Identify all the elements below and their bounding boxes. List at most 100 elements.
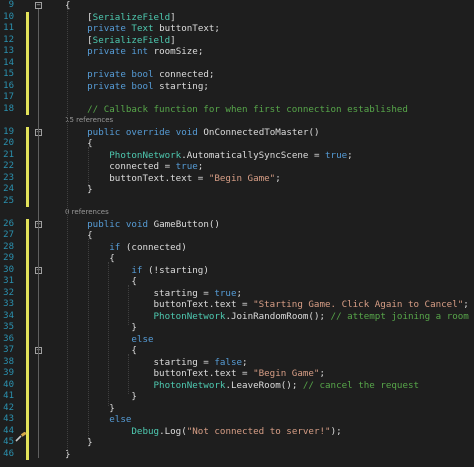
change-marker — [26, 149, 29, 161]
line-number: 37 — [3, 345, 14, 355]
code-text: { — [65, 345, 137, 356]
indent-guide — [128, 354, 129, 394]
code-line: 21 PhotonNetwork.AutomaticallySyncScene … — [0, 149, 474, 161]
code-line: 45 } — [0, 437, 474, 449]
code-line: 25 — [0, 195, 474, 207]
code-line: 42 } — [0, 402, 474, 414]
change-marker — [26, 368, 29, 380]
change-marker — [26, 184, 29, 196]
code-line: 35 } — [0, 322, 474, 334]
fold-region-line — [38, 9, 39, 458]
code-text: PhotonNetwork.LeaveRoom(); // cancel the… — [153, 379, 420, 391]
code-line: 20 { — [0, 138, 474, 150]
line-number: 16 — [3, 80, 14, 91]
line-number: 43 — [3, 414, 14, 424]
references-label[interactable]: 15 references — [65, 115, 113, 127]
line-number: 29 — [3, 253, 14, 263]
change-marker — [26, 103, 29, 115]
line-number: 19 — [3, 126, 14, 137]
code-line: 33 buttonText.text = "Starting Game. Cli… — [0, 299, 474, 311]
code-line: 46} — [0, 448, 474, 460]
line-number: 42 — [3, 402, 14, 413]
line-number: 30 — [3, 264, 14, 275]
fold-toggle-icon[interactable]: − — [35, 2, 42, 9]
line-number: 40 — [3, 379, 14, 390]
indent-guide — [67, 9, 68, 452]
references-label[interactable]: 0 references — [65, 207, 109, 219]
change-marker — [26, 276, 29, 288]
change-marker — [26, 414, 29, 426]
code-editor[interactable]: 9−{10 [SerializeField] 11 private Text bu… — [0, 0, 474, 467]
line-number: 23 — [3, 172, 14, 183]
change-marker — [26, 92, 29, 104]
code-text: if (!starting) — [131, 264, 209, 276]
code-line: 22 connected = true; — [0, 161, 474, 173]
code-line: 44 Debug.Log("Not connected to server!")… — [0, 425, 474, 442]
code-text: [SerializeField] — [65, 34, 176, 46]
change-marker — [26, 218, 29, 230]
line-number: 44 — [3, 425, 14, 436]
line-number: 25 — [3, 195, 14, 206]
change-marker — [26, 161, 29, 173]
code-line: 40 PhotonNetwork.LeaveRoom(); // cancel … — [0, 379, 474, 391]
code-line: 9−{ — [0, 0, 474, 12]
indent-guide — [108, 262, 109, 406]
line-number: 24 — [3, 184, 14, 194]
references-codelens[interactable]: 15 references — [0, 115, 474, 127]
quick-actions-brush-icon[interactable] — [15, 427, 27, 442]
line-number: 15 — [3, 69, 14, 79]
change-marker — [26, 23, 29, 35]
change-marker — [26, 345, 29, 357]
line-number: 13 — [3, 46, 14, 56]
code-text: } — [65, 391, 137, 402]
change-marker — [26, 11, 29, 23]
code-line: 38 starting = false; — [0, 356, 474, 368]
line-number: 39 — [3, 368, 14, 378]
change-marker — [26, 126, 29, 138]
change-marker — [26, 448, 29, 460]
code-text: else — [109, 414, 132, 425]
change-marker — [26, 356, 29, 368]
line-number: 26 — [3, 218, 14, 229]
references-codelens[interactable]: 0 references — [0, 207, 474, 219]
code-line: 39 buttonText.text = "Begin Game"; — [0, 368, 474, 380]
line-number: 32 — [3, 287, 14, 298]
code-line: 13 private int roomSize; — [0, 46, 474, 58]
code-text: private Text buttonText; — [87, 23, 220, 34]
line-number: 36 — [3, 333, 14, 344]
change-marker — [26, 34, 29, 46]
code-text: [SerializeField] — [65, 11, 176, 23]
line-number: 35 — [3, 322, 14, 332]
change-marker — [26, 195, 29, 207]
line-number: 10 — [3, 11, 14, 22]
indent-guide — [88, 239, 89, 440]
code-line: 14 — [0, 57, 474, 69]
line-number: 14 — [3, 57, 14, 68]
code-line: 41 } — [0, 391, 474, 403]
code-line: 18 // Callback function for when first c… — [0, 103, 474, 115]
code-line: 15 private bool connected; — [0, 69, 474, 81]
change-marker — [26, 172, 29, 184]
line-number: 9 — [8, 0, 14, 10]
change-marker — [26, 264, 29, 276]
code-text: buttonText.text = "Begin Game"; — [65, 368, 326, 379]
change-marker — [26, 379, 29, 391]
code-text: starting = false; — [65, 356, 248, 368]
code-text: buttonText.text = "Starting Game. Click … — [65, 299, 469, 310]
code-line: 34 PhotonNetwork.JoinRandomRoom(); // at… — [0, 310, 474, 322]
change-marker — [26, 80, 29, 92]
code-text: connected = true; — [65, 161, 204, 172]
code-text: // Callback function for when first conn… — [87, 103, 408, 115]
line-number: 33 — [3, 299, 14, 309]
code-line: 43 else — [0, 414, 474, 426]
line-number: 12 — [3, 34, 14, 45]
change-marker — [26, 310, 29, 322]
code-line: 28 if (connected) — [0, 241, 474, 253]
change-marker — [26, 287, 29, 299]
code-text: } — [65, 322, 137, 333]
indent-guide — [128, 285, 129, 325]
code-line: 31 { — [0, 276, 474, 288]
code-text: starting = true; — [65, 287, 243, 299]
code-text: else — [131, 333, 154, 345]
code-text: public override void OnConnectedToMaster… — [87, 126, 320, 138]
